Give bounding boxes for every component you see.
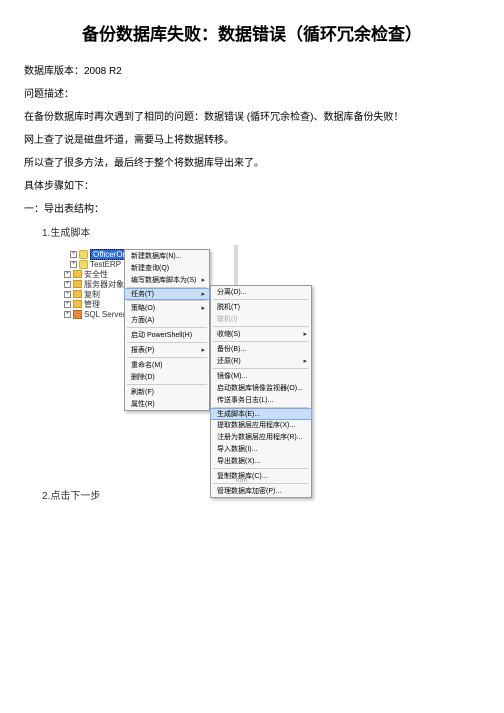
task-extract-dac[interactable]: 提取数据层应用程序(X)... [211, 419, 311, 431]
menu-separator [127, 300, 207, 301]
chevron-right-icon: ▸ [303, 330, 307, 338]
agent-icon [73, 310, 82, 319]
menu-separator [127, 327, 207, 328]
menu-new-query[interactable]: 新建查询(Q) [125, 262, 209, 274]
menu-separator [213, 299, 309, 300]
task-mirror[interactable]: 镜像(M)... [211, 370, 311, 382]
task-backup[interactable]: 备份(B)... [211, 343, 311, 355]
cause-desc: 网上查了说是磁盘坏道，需要马上将数据转移。 [24, 132, 480, 149]
menu-refresh[interactable]: 刷新(F) [125, 386, 209, 398]
menu-new-database[interactable]: 新建数据库(N)... [125, 250, 209, 262]
expand-icon[interactable]: + [64, 271, 71, 278]
problem-desc: 在备份数据库时再次遇到了相同的问题：数据错误 (循环冗余检查)、数据库备份失败！ [24, 109, 480, 126]
page-title: 备份数据库失败：数据错误（循环冗余检查） [24, 20, 480, 45]
context-menu-primary[interactable]: 新建数据库(N)... 新建查询(Q) 编写数据库脚本为(S)▸ 任务(T)▸ … [124, 249, 210, 411]
expand-icon[interactable]: + [64, 291, 71, 298]
chevron-right-icon: ▸ [201, 304, 205, 312]
menu-properties[interactable]: 属性(R) [125, 398, 209, 410]
task-mirror-monitor[interactable]: 启动数据库镜像监视器(O)... [211, 382, 311, 394]
expand-icon[interactable]: + [70, 251, 77, 258]
menu-separator [127, 342, 207, 343]
solution-intro: 所以查了很多方法，最后终于整个将数据库导出来了。 [24, 155, 480, 172]
menu-powershell[interactable]: 启动 PowerShell(H) [125, 329, 209, 341]
task-manage-encryption[interactable]: 管理数据库加密(P)... [211, 485, 311, 497]
folder-icon [73, 270, 82, 278]
db-name: TestERP [90, 260, 121, 269]
context-menu-tasks[interactable]: 分离(D)... 脱机(T) 联机(I) 收缩(S)▸ 备份(B)... 还原(… [210, 285, 312, 498]
chevron-right-icon: ▸ [201, 290, 205, 298]
menu-policies[interactable]: 策略(O)▸ [125, 302, 209, 314]
chevron-right-icon: ▸ [201, 276, 205, 284]
expand-icon[interactable]: + [64, 301, 71, 308]
problem-heading: 问题描述： [24, 86, 480, 103]
drag-handle-icon [236, 477, 248, 482]
task-import-data[interactable]: 导入数据(I)... [211, 443, 311, 455]
folder-icon [73, 300, 82, 308]
menu-separator [213, 368, 309, 369]
task-offline[interactable]: 脱机(T) [211, 301, 311, 313]
folder-icon [73, 290, 82, 298]
menu-separator [213, 326, 309, 327]
step-1: 1.生成脚本 [42, 224, 480, 239]
chevron-right-icon: ▸ [201, 346, 205, 354]
menu-separator [213, 483, 309, 484]
task-restore[interactable]: 还原(R)▸ [211, 355, 311, 367]
menu-facets[interactable]: 方面(A) [125, 314, 209, 326]
menu-separator [213, 468, 309, 469]
task-detach[interactable]: 分离(D)... [211, 286, 311, 298]
menu-separator [127, 384, 207, 385]
task-shrink[interactable]: 收缩(S)▸ [211, 328, 311, 340]
menu-rename[interactable]: 重命名(M) [125, 359, 209, 371]
menu-tasks[interactable]: 任务(T)▸ [124, 288, 210, 300]
menu-delete[interactable]: 删除(D) [125, 371, 209, 383]
expand-icon[interactable]: + [70, 261, 77, 268]
task-export-data[interactable]: 导出数据(X)... [211, 455, 311, 467]
expand-icon[interactable]: + [64, 281, 71, 288]
task-log-shipping[interactable]: 传送事务日志(L)... [211, 394, 311, 406]
task-copy-db[interactable]: 复制数据库(C)... [211, 470, 311, 482]
db-version: 数据库版本：2008 R2 [24, 63, 480, 80]
task-online: 联机(I) [211, 313, 311, 325]
task-register-dac[interactable]: 注册为数据层应用程序(R)... [211, 431, 311, 443]
chevron-right-icon: ▸ [303, 357, 307, 365]
menu-separator [213, 341, 309, 342]
tree-label: 管理 [84, 299, 100, 310]
folder-icon [73, 280, 82, 288]
menu-script-db[interactable]: 编写数据库脚本为(S)▸ [125, 274, 209, 286]
expand-icon[interactable]: + [64, 311, 71, 318]
menu-separator [127, 357, 207, 358]
ssms-screenshot: + OfficerOnline + TestERP + 安全性 + 服务器对象 … [64, 245, 320, 477]
database-icon [79, 250, 88, 259]
steps-heading: 具体步骤如下： [24, 178, 480, 195]
menu-reports[interactable]: 报表(P)▸ [125, 344, 209, 356]
grey-strip [234, 245, 238, 285]
database-icon [79, 260, 88, 269]
section-one: 一：导出表结构： [24, 201, 480, 218]
